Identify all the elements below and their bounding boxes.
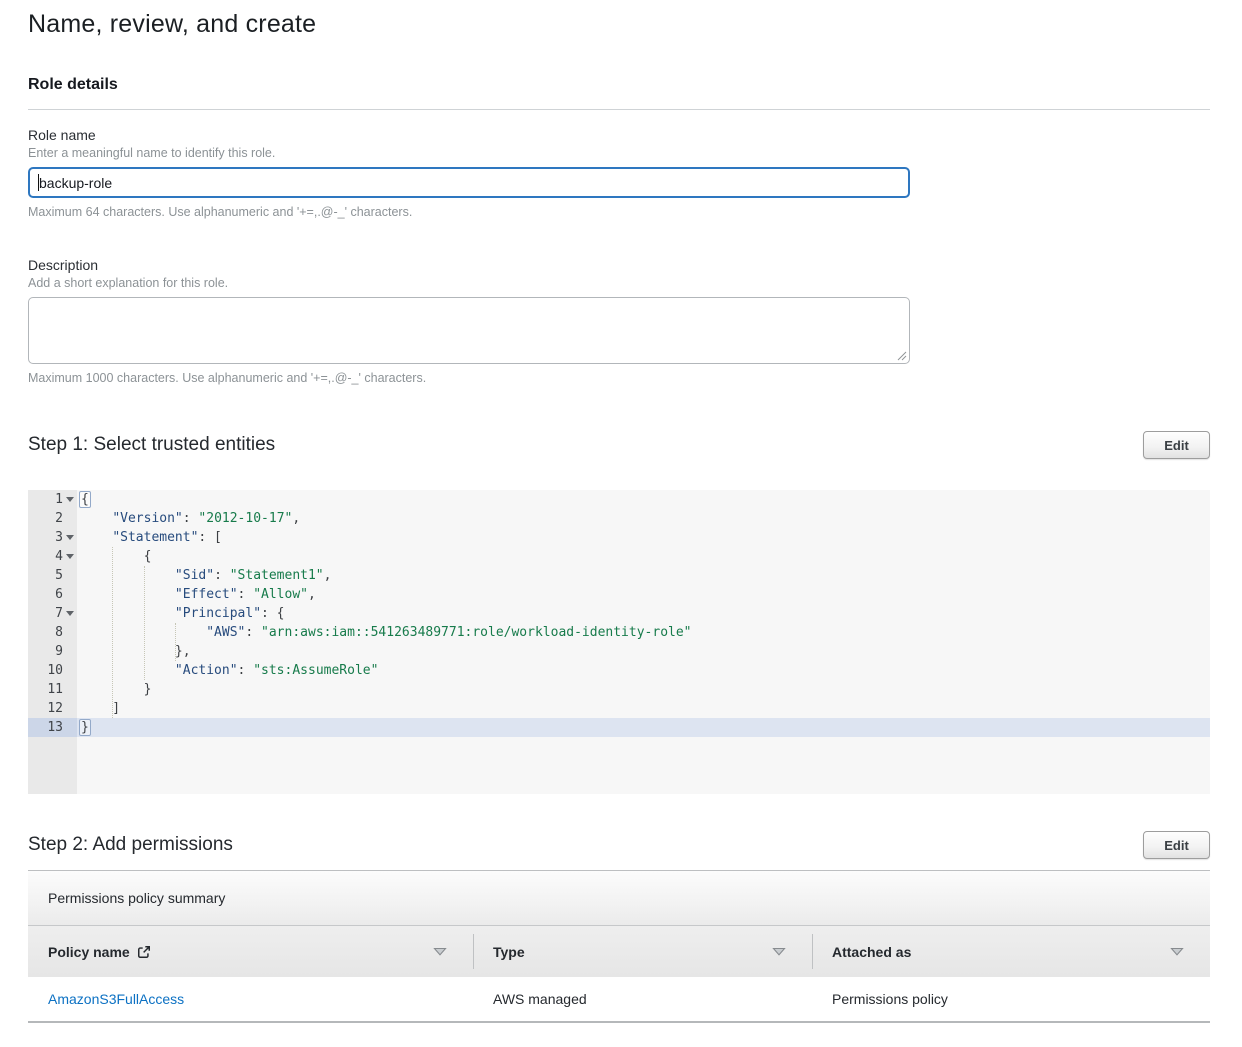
line-number: 3	[28, 528, 77, 547]
line-number: 12	[28, 699, 77, 718]
sort-triangle-icon[interactable]	[433, 947, 447, 956]
line-number: 8	[28, 623, 77, 642]
code-line: 12 ]	[28, 699, 1210, 718]
column-header-label: Policy name	[48, 944, 151, 960]
line-number: 10	[28, 661, 77, 680]
column-header[interactable]: Attached as	[812, 926, 1210, 977]
code-line: 8 "AWS": "arn:aws:iam::541263489771:role…	[28, 623, 1210, 642]
policy-name-link[interactable]: AmazonS3FullAccess	[28, 977, 473, 1021]
code-text: },	[77, 642, 191, 661]
code-line: 5 "Sid": "Statement1",	[28, 566, 1210, 585]
code-line: 2 "Version": "2012-10-17",	[28, 509, 1210, 528]
step2-edit-button[interactable]: Edit	[1143, 831, 1210, 859]
code-text: "Version": "2012-10-17",	[77, 509, 300, 528]
description-label: Description	[28, 257, 1210, 273]
code-line: 3 "Statement": [	[28, 528, 1210, 547]
line-number: 2	[28, 509, 77, 528]
code-text: ]	[77, 699, 120, 718]
code-text: }	[77, 718, 89, 737]
code-text: {	[77, 490, 89, 509]
column-header[interactable]: Policy name	[28, 926, 473, 977]
policy-table-header: Policy name Type Attached as	[28, 926, 1210, 977]
page-title: Name, review, and create	[28, 10, 1210, 39]
step1-title: Step 1: Select trusted entities	[28, 434, 275, 456]
permissions-summary-title: Permissions policy summary	[28, 871, 1210, 926]
description-constraint: Maximum 1000 characters. Use alphanumeri…	[28, 371, 1210, 385]
indent-guide	[175, 623, 176, 661]
fold-arrow-icon[interactable]	[66, 611, 74, 616]
code-line: 4 {	[28, 547, 1210, 566]
description-hint: Add a short explanation for this role.	[28, 276, 1210, 290]
code-text: "AWS": "arn:aws:iam::541263489771:role/w…	[77, 623, 692, 642]
table-cell: AWS managed	[473, 977, 812, 1021]
role-name-input-wrap	[28, 167, 910, 198]
line-number: 1	[28, 490, 77, 509]
line-number: 4	[28, 547, 77, 566]
line-number: 13	[28, 718, 77, 737]
code-text: }	[77, 680, 151, 699]
page: Name, review, and create Role details Ro…	[28, 10, 1210, 1023]
permissions-summary-panel: Permissions policy summary Policy name Ty…	[28, 870, 1210, 1023]
line-number: 6	[28, 585, 77, 604]
sort-triangle-icon[interactable]	[1170, 947, 1184, 956]
column-header-label: Attached as	[832, 944, 911, 960]
role-name-label: Role name	[28, 127, 1210, 143]
line-number: 11	[28, 680, 77, 699]
code-line: 11 }	[28, 680, 1210, 699]
fold-arrow-icon[interactable]	[66, 535, 74, 540]
trust-policy-editor[interactable]: 1{2 "Version": "2012-10-17",3 "Statement…	[28, 490, 1210, 794]
code-text: "Principal": {	[77, 604, 285, 623]
step1-header: Step 1: Select trusted entities Edit	[28, 431, 1210, 459]
line-number: 9	[28, 642, 77, 661]
code-text: "Statement": [	[77, 528, 222, 547]
description-textarea-wrap	[28, 297, 910, 364]
fold-arrow-icon[interactable]	[66, 554, 74, 559]
code-line: 9 },	[28, 642, 1210, 661]
external-link-icon	[137, 945, 151, 959]
table-row: AmazonS3FullAccessAWS managedPermissions…	[28, 977, 1210, 1023]
step2-title: Step 2: Add permissions	[28, 834, 233, 856]
column-header-label: Type	[493, 944, 525, 960]
code-text: "Action": "sts:AssumeRole"	[77, 661, 378, 680]
line-number: 5	[28, 566, 77, 585]
code-line: 6 "Effect": "Allow",	[28, 585, 1210, 604]
step1-edit-button[interactable]: Edit	[1143, 431, 1210, 459]
role-name-constraint: Maximum 64 characters. Use alphanumeric …	[28, 205, 1210, 219]
indent-guide	[144, 566, 145, 680]
role-name-input[interactable]	[28, 167, 910, 198]
code-text: {	[77, 547, 151, 566]
table-cell: Permissions policy	[812, 977, 1210, 1021]
policy-editor-lines: 1{2 "Version": "2012-10-17",3 "Statement…	[28, 490, 1210, 737]
code-line: 1{	[28, 490, 1210, 509]
section-divider	[28, 109, 1210, 110]
description-textarea[interactable]	[28, 297, 910, 364]
policy-table-body: AmazonS3FullAccessAWS managedPermissions…	[28, 977, 1210, 1023]
fold-arrow-icon[interactable]	[66, 497, 74, 502]
sort-triangle-icon[interactable]	[772, 947, 786, 956]
column-header[interactable]: Type	[473, 926, 812, 977]
role-name-hint: Enter a meaningful name to identify this…	[28, 146, 1210, 160]
resize-handle-icon[interactable]	[896, 350, 907, 361]
indent-guide	[112, 547, 113, 718]
code-text: "Sid": "Statement1",	[77, 566, 331, 585]
code-line: 13}	[28, 718, 1210, 737]
text-caret	[38, 174, 39, 191]
step2-header: Step 2: Add permissions Edit	[28, 831, 1210, 859]
role-details-heading: Role details	[28, 76, 1210, 94]
code-line: 10 "Action": "sts:AssumeRole"	[28, 661, 1210, 680]
line-number: 7	[28, 604, 77, 623]
code-line: 7 "Principal": {	[28, 604, 1210, 623]
